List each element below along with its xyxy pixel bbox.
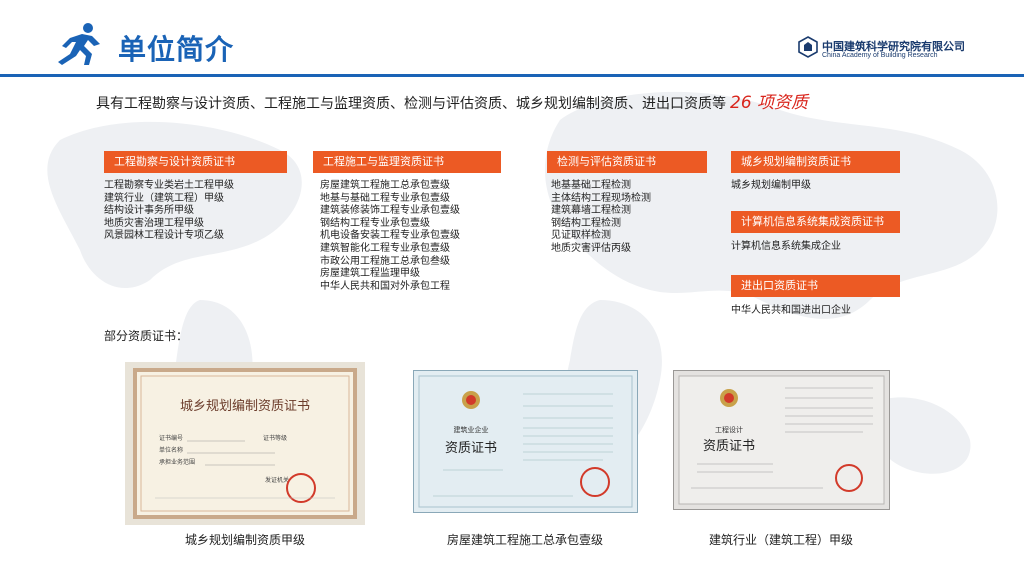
category-header-planning: 城乡规划编制资质证书: [731, 151, 900, 173]
category-header-construction: 工程施工与监理资质证书: [313, 151, 501, 173]
certificates-caption: 部分资质证书：: [104, 329, 189, 343]
list-item: 机电设备安装工程专业承包壹级: [320, 230, 460, 242]
list-item: 结构设计事务所甲级: [104, 205, 194, 217]
category-list-design: 工程勘察专业类岩土工程甲级 建筑行业（建筑工程）甲级 结构设计事务所甲级 地质灾…: [104, 180, 234, 243]
design-cert-title: 资质证书: [703, 439, 755, 454]
cert-field-label: 证书等级: [263, 434, 287, 442]
list-item: 城乡规划编制甲级: [731, 180, 811, 191]
design-certificate-image: 工程设计 资质证书: [673, 370, 890, 510]
list-item: 中华人民共和国对外承包工程: [320, 280, 450, 292]
cert-field-label: 承担业务范围: [159, 458, 195, 466]
list-item: 地质灾害评估丙级: [551, 242, 631, 254]
list-item: 地质灾害治理工程甲级: [104, 217, 204, 229]
list-item: 工程勘察专业类岩土工程甲级: [104, 180, 234, 191]
list-item: 主体结构工程现场检测: [551, 192, 651, 204]
header-divider: [0, 74, 1024, 77]
construction-cert-header: 建筑业企业: [454, 425, 489, 434]
list-item: 中华人民共和国进出口企业: [731, 305, 851, 316]
list-item: 计算机信息系统集成企业: [731, 241, 841, 252]
list-item: 钢结构工程检测: [551, 217, 621, 229]
list-item: 钢结构工程专业承包壹级: [320, 217, 430, 229]
list-item: 地基基础工程检测: [551, 180, 631, 191]
page-title: 单位简介: [118, 33, 235, 66]
certificate-label: 城乡规划编制资质甲级: [184, 533, 305, 547]
cert-field-label: 发证机关: [265, 476, 289, 484]
header: 单位简介 中国建筑科学研究院有限公司 China Academy of Buil…: [0, 0, 1024, 80]
cert-field-label: 证书编号: [159, 434, 183, 442]
certificate-label: 房屋建筑工程施工总承包壹级: [446, 533, 603, 547]
list-item: 地基与基础工程专业承包壹级: [320, 192, 450, 204]
certificate-label: 建筑行业（建筑工程）甲级: [708, 533, 853, 547]
design-cert-header: 工程设计: [715, 425, 743, 434]
running-person-icon: [58, 23, 100, 65]
headline: 具有工程勘察与设计资质、工程施工与监理资质、检测与评估资质、城乡规划编制资质、进…: [96, 88, 808, 113]
list-item: 市政公用工程施工总承包叁级: [320, 255, 450, 267]
planning-certificate-image: 城乡规划编制资质证书 证书编号 单位名称 承担业务范围 证书等级 发证机关: [125, 362, 365, 525]
list-item: 建筑行业（建筑工程）甲级: [104, 192, 224, 204]
category-list-testing: 地基基础工程检测 主体结构工程现场检测 建筑幕墙工程检测 钢结构工程检测 见证取…: [551, 180, 651, 256]
list-item: 建筑幕墙工程检测: [551, 205, 631, 217]
construction-cert-title: 资质证书: [445, 441, 497, 456]
headline-text: 具有工程勘察与设计资质、工程施工与监理资质、检测与评估资质、城乡规划编制资质、进…: [96, 96, 726, 112]
list-item: 建筑装修装饰工程专业承包壹级: [320, 205, 460, 217]
construction-certificate-image: 建筑业企业 资质证书: [413, 370, 638, 513]
planning-certificate-title: 城乡规划编制资质证书: [180, 399, 310, 414]
category-list-planning: 城乡规划编制甲级: [731, 180, 811, 193]
category-header-it-integration: 计算机信息系统集成资质证书: [731, 211, 900, 233]
cabr-logo-icon: [798, 36, 818, 58]
list-item: 见证取样检测: [551, 230, 611, 242]
list-item: 建筑智能化工程专业承包壹级: [320, 242, 450, 254]
list-item: 房屋建筑工程监理甲级: [320, 268, 420, 280]
headline-highlight: 26 项资质: [730, 93, 809, 113]
list-item: 房屋建筑工程施工总承包壹级: [320, 180, 450, 191]
category-header-testing: 检测与评估资质证书: [547, 151, 707, 173]
category-list-construction: 房屋建筑工程施工总承包壹级 地基与基础工程专业承包壹级 建筑装修装饰工程专业承包…: [320, 180, 460, 293]
category-list-it-integration: 计算机信息系统集成企业: [731, 241, 841, 254]
cert-field-label: 单位名称: [159, 446, 183, 454]
category-header-import-export: 进出口资质证书: [731, 275, 900, 297]
category-header-design: 工程勘察与设计资质证书: [104, 151, 287, 173]
list-item: 风景园林工程设计专项乙级: [104, 230, 224, 242]
category-list-import-export: 中华人民共和国进出口企业: [731, 305, 851, 318]
company-name-en: China Academy of Building Research: [822, 52, 938, 59]
